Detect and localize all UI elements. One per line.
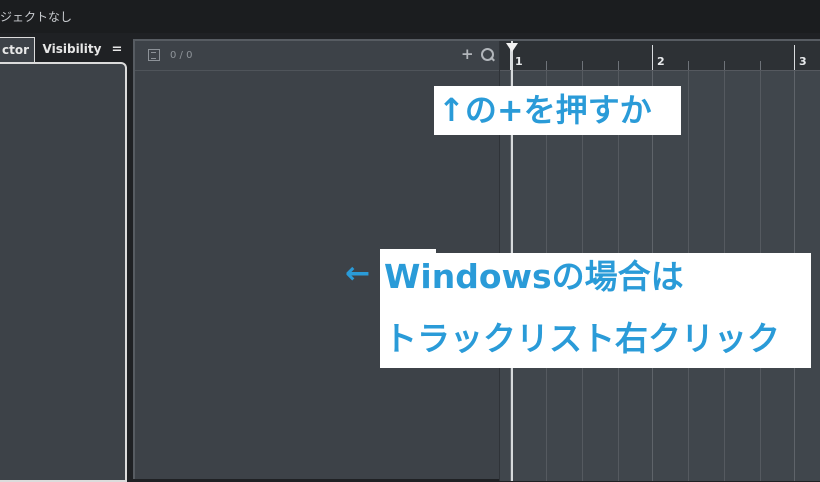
cursor-marker-icon[interactable] bbox=[506, 43, 518, 52]
beat-tick bbox=[546, 61, 547, 70]
annotation-line-2: トラックリスト右クリック bbox=[384, 319, 780, 358]
title-bar: ジェクトなし bbox=[0, 0, 820, 33]
annotation-line-1: Windowsの場合は bbox=[384, 257, 684, 296]
track-list-toolbar: 0 / 0 + bbox=[135, 41, 499, 71]
left-zone: ctor Visibility = bbox=[0, 37, 130, 482]
track-count: 0 / 0 bbox=[170, 50, 193, 61]
beat-tick bbox=[760, 61, 761, 70]
bar-3-label: 3 bbox=[799, 55, 807, 68]
bar-2-label: 2 bbox=[657, 55, 665, 68]
panel-menu-icon[interactable]: = bbox=[108, 37, 126, 62]
tab-inspector[interactable]: ctor bbox=[0, 37, 35, 62]
beat-tick bbox=[618, 61, 619, 70]
bar-3-tick bbox=[794, 45, 795, 70]
add-track-icon[interactable]: + bbox=[461, 45, 474, 63]
beat-tick bbox=[582, 61, 583, 70]
annotation-plus-hint: ↑の+を押すか bbox=[434, 86, 681, 135]
bar-1-label: 1 bbox=[515, 55, 523, 68]
window-title: ジェクトなし bbox=[0, 10, 73, 24]
left-arrow-icon: ← bbox=[345, 256, 371, 291]
beat-tick bbox=[724, 61, 725, 70]
search-icon[interactable] bbox=[481, 48, 494, 61]
tab-visibility[interactable]: Visibility bbox=[38, 37, 106, 62]
bar-2-tick bbox=[652, 45, 653, 70]
inspector-panel bbox=[0, 62, 127, 482]
beat-tick bbox=[688, 61, 689, 70]
timeline-ruler[interactable]: 1 2 3 bbox=[500, 41, 820, 71]
annotation-windows-hint: Windowsの場合は トラックリスト右クリック bbox=[380, 253, 811, 368]
track-list-icon[interactable] bbox=[148, 49, 160, 61]
